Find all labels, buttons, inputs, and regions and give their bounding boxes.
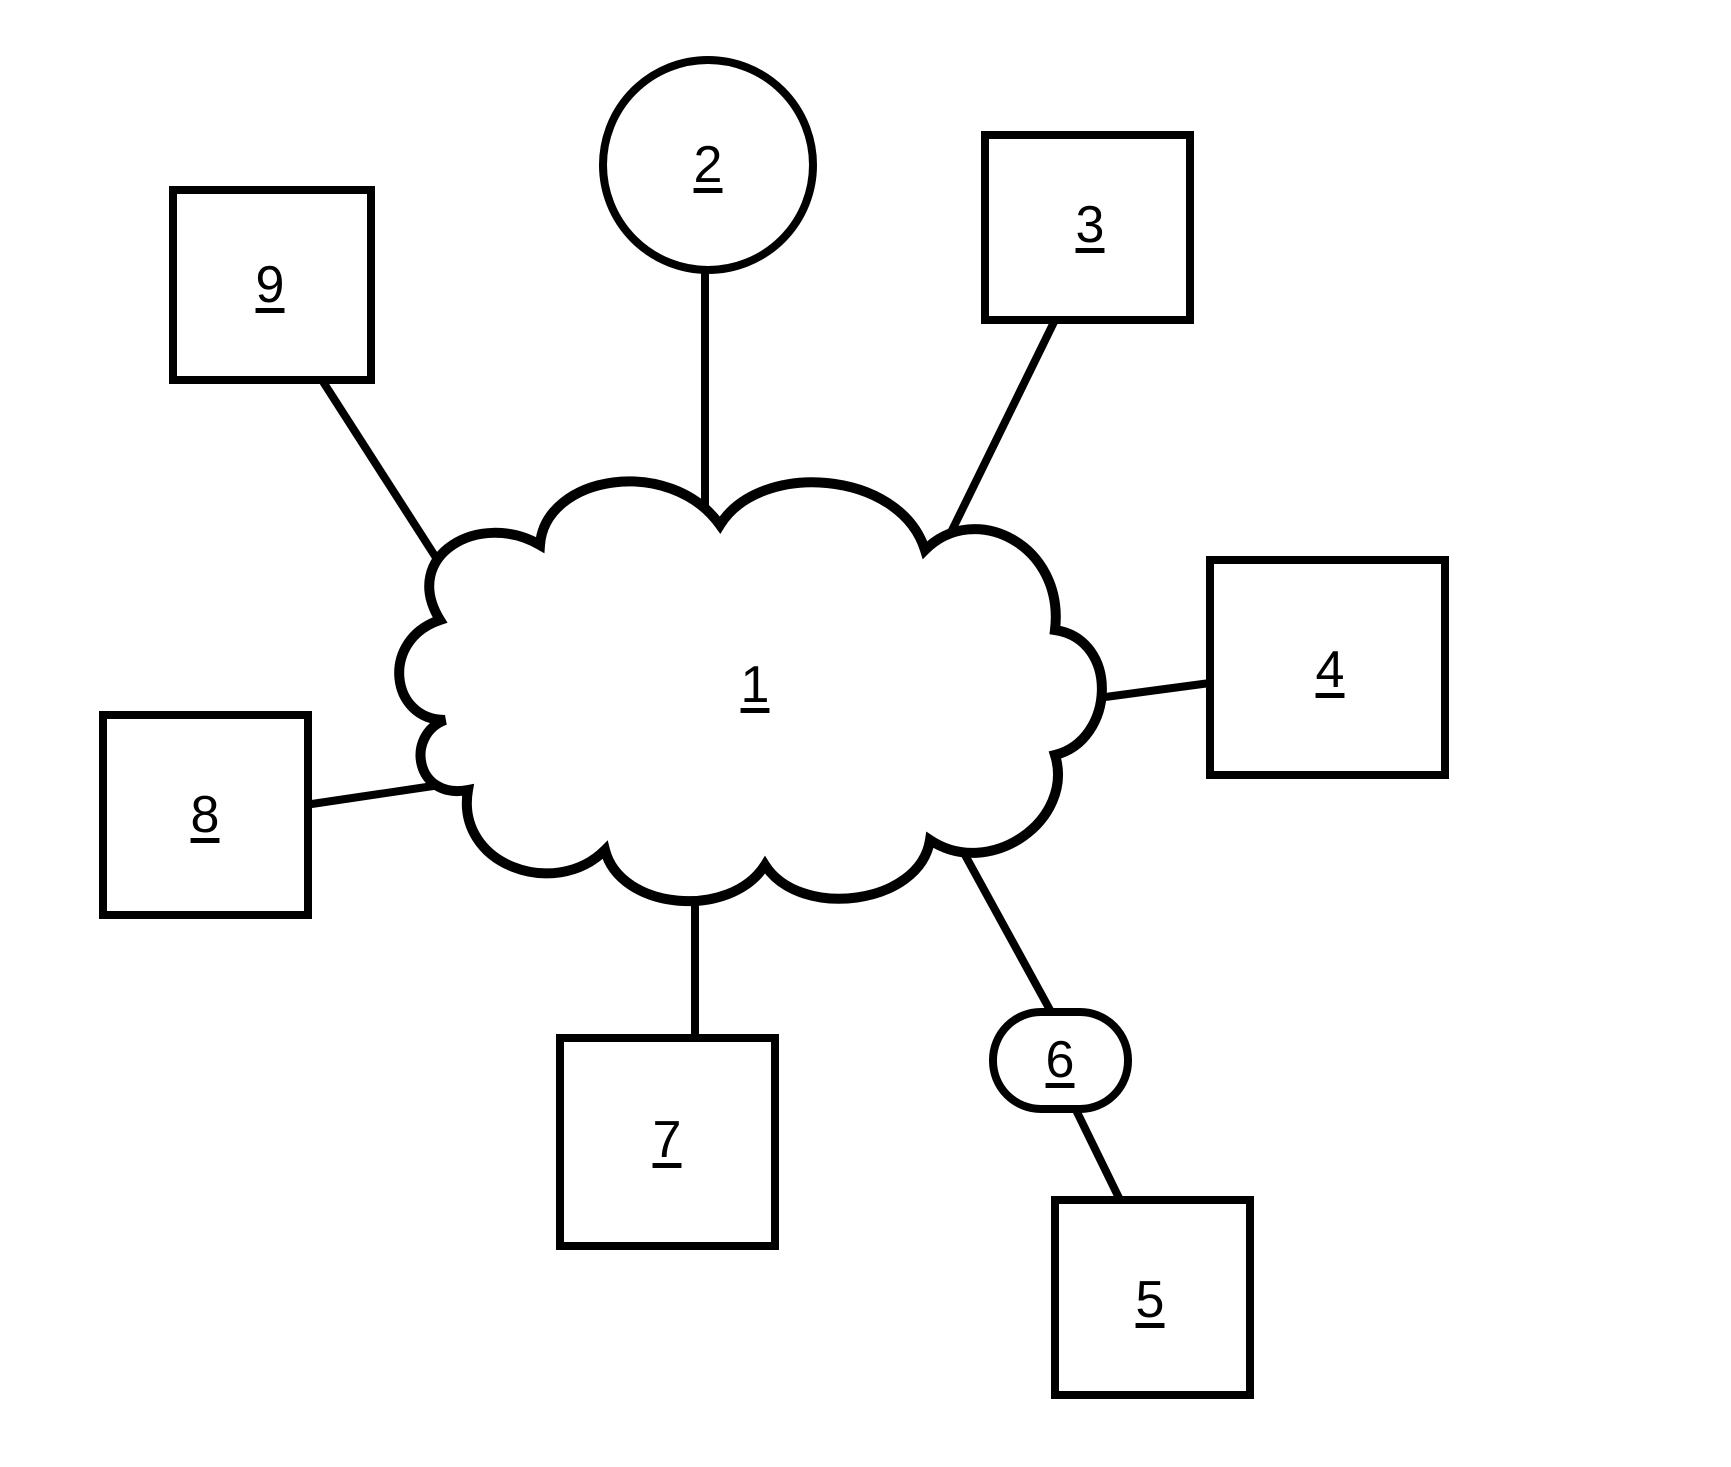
node-5: [1055, 1200, 1250, 1395]
node-3: [985, 135, 1190, 320]
diagram-canvas: [0, 0, 1731, 1467]
edge-cloud-8: [305, 785, 440, 805]
node-7: [560, 1038, 775, 1246]
node-6: [993, 1012, 1128, 1109]
edge-cloud-6: [965, 855, 1050, 1010]
node-9: [173, 190, 371, 380]
node-cloud: [399, 481, 1102, 901]
node-4: [1210, 560, 1445, 775]
node-2: [603, 60, 813, 270]
edge-6-5: [1075, 1108, 1120, 1200]
node-8: [103, 715, 308, 915]
